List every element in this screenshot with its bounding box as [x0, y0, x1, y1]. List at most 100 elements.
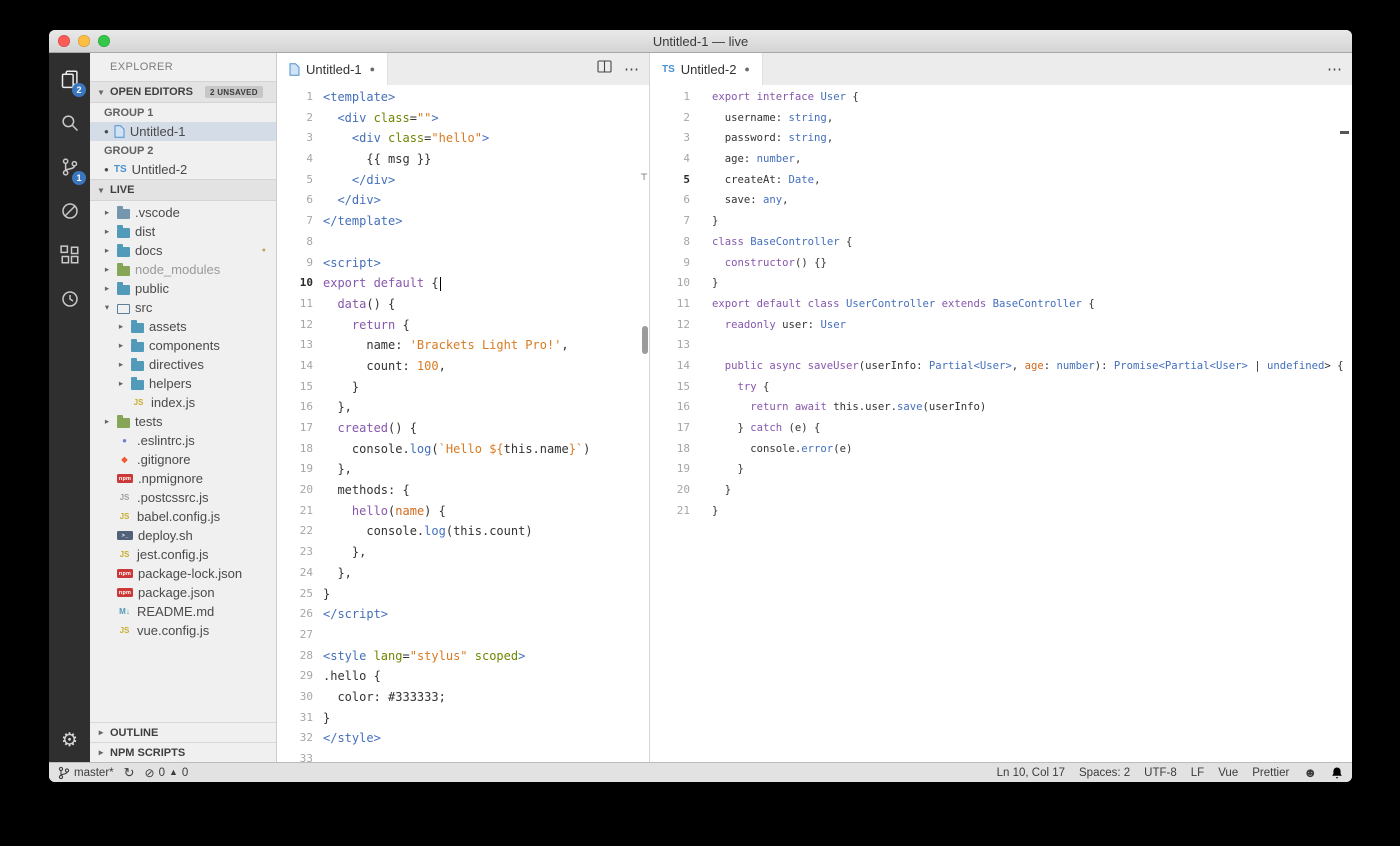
line-number: 1 [306, 90, 313, 103]
folder-icon [131, 338, 144, 352]
tree-item-label: public [135, 281, 169, 296]
line-number: 12 [299, 317, 313, 331]
tree-item-babel.config.js[interactable]: JS babel.config.js [90, 507, 276, 526]
tree-item-README.md[interactable]: M↓ README.md [90, 602, 276, 621]
tree-item-label: dist [135, 224, 156, 239]
tree-item-public[interactable]: ▸ public [90, 279, 276, 298]
formatter-indicator[interactable]: Prettier [1252, 767, 1289, 779]
tree-item-.postcssrc.js[interactable]: JS .postcssrc.js [90, 488, 276, 507]
chevron-closed-icon[interactable]: ▸ [116, 359, 126, 370]
indentation-indicator[interactable]: Spaces: 2 [1079, 767, 1130, 779]
tree-item-components[interactable]: ▸ components [90, 336, 276, 355]
chevron-closed-icon[interactable]: ▸ [102, 283, 112, 294]
tree-item-src[interactable]: ▾ src [90, 298, 276, 317]
folder-icon [117, 281, 130, 295]
outline-section-header[interactable]: ▸ OUTLINE [90, 722, 276, 742]
line-number: 15 [676, 379, 690, 393]
language-mode-indicator[interactable]: Vue [1218, 767, 1238, 779]
project-section-header[interactable]: ▾ LIVE [90, 179, 276, 201]
tree-item-.eslintrc.js[interactable]: ● .eslintrc.js [90, 431, 276, 450]
open-editor-untitled-2[interactable]: ● TS Untitled-2 [90, 160, 276, 179]
chevron-closed-icon[interactable]: ▸ [102, 264, 112, 275]
activity-source-control-button[interactable]: 1 [49, 145, 90, 189]
tree-item-label: jest.config.js [137, 547, 209, 562]
split-editor-button[interactable] [597, 60, 612, 78]
bell-icon[interactable] [1331, 766, 1343, 779]
npm-scripts-section-header[interactable]: ▸ NPM SCRIPTS [90, 742, 276, 762]
minimize-window-button[interactable] [78, 35, 90, 47]
line-number: 16 [676, 400, 690, 414]
chevron-closed-icon[interactable]: ▸ [102, 226, 112, 237]
activity-history-button[interactable] [49, 277, 90, 321]
zoom-window-button[interactable] [98, 35, 110, 47]
chevron-closed-icon[interactable]: ▸ [102, 416, 112, 427]
open-editors-header[interactable]: ▾ OPEN EDITORS 2 UNSAVED [90, 81, 276, 103]
tree-item-node_modules[interactable]: ▸ node_modules [90, 260, 276, 279]
tree-item-.gitignore[interactable]: ◆ .gitignore [90, 450, 276, 469]
tree-item-package.json[interactable]: npm package.json [90, 583, 276, 602]
line-number: 26 [299, 607, 313, 621]
tree-item-jest.config.js[interactable]: JS jest.config.js [90, 545, 276, 564]
tree-item-.vscode[interactable]: ▸ .vscode [90, 203, 276, 222]
code-line: <div class="hello"> [351, 131, 490, 146]
open-editor-untitled-1[interactable]: ● Untitled-1 [90, 122, 276, 141]
tree-item-assets[interactable]: ▸ assets [90, 317, 276, 336]
chevron-closed-icon[interactable]: ▸ [116, 378, 126, 389]
close-window-button[interactable] [58, 35, 70, 47]
line-number: 29 [299, 669, 313, 683]
js-icon: JS [119, 549, 130, 559]
settings-button[interactable]: ⚙ [49, 718, 90, 762]
chevron-open-icon[interactable]: ▾ [102, 302, 112, 313]
activity-search-button[interactable] [49, 101, 90, 145]
code-line: } [323, 586, 331, 601]
line-number: 19 [676, 462, 690, 476]
tab-untitled-2[interactable]: TS Untitled-2 ● [650, 53, 763, 85]
tree-item-deploy.sh[interactable]: >_ deploy.sh [90, 526, 276, 545]
chevron-closed-icon[interactable]: ▸ [102, 245, 112, 256]
line-number: 5 [306, 172, 313, 186]
activity-debug-button[interactable] [49, 189, 90, 233]
line-number: 7 [683, 214, 690, 228]
line-number: 24 [299, 565, 313, 579]
chevron-closed-icon[interactable]: ▸ [116, 321, 126, 332]
eol-indicator[interactable]: LF [1191, 767, 1204, 779]
tab-untitled-1[interactable]: Untitled-1 ● [277, 53, 389, 85]
code-line: count: 100, [323, 358, 446, 373]
line-number: 22 [299, 524, 313, 538]
extensions-icon [59, 245, 78, 264]
line-number: 12 [676, 317, 690, 331]
tree-item-package-lock.json[interactable]: npm package-lock.json [90, 564, 276, 583]
line-number: 3 [306, 131, 313, 145]
chevron-closed-icon[interactable]: ▸ [102, 207, 112, 218]
code-line: age: number, [712, 153, 802, 166]
activity-explorer-button[interactable]: 2 [49, 57, 90, 101]
tree-item-index.js[interactable]: JS index.js [90, 393, 276, 412]
tree-item-directives[interactable]: ▸ directives [90, 355, 276, 374]
project-label: LIVE [110, 184, 135, 196]
sync-button[interactable]: ↻ [124, 766, 135, 779]
line-number: 10 [299, 276, 313, 290]
tree-item-dist[interactable]: ▸ dist [90, 222, 276, 241]
code-line: constructor() {} [724, 256, 827, 269]
tree-item-vue.config.js[interactable]: JS vue.config.js [90, 621, 276, 640]
tree-item-docs[interactable]: ▸ docs ● [90, 241, 276, 260]
chevron-closed-icon[interactable]: ▸ [116, 340, 126, 351]
tree-item-tests[interactable]: ▸ tests [90, 412, 276, 431]
activity-extensions-button[interactable] [49, 233, 90, 277]
tree-item-helpers[interactable]: ▸ helpers [90, 374, 276, 393]
scm-badge: 1 [72, 171, 86, 185]
more-actions-button[interactable]: ⋯ [1327, 62, 1342, 77]
encoding-indicator[interactable]: UTF-8 [1144, 767, 1177, 779]
line-number: 7 [306, 214, 313, 228]
code-editor-1[interactable]: 1 2 3 4 5 6 7 8 9 10 11 12 13 14 15 16 17 18 19 20 21 22 23 24 2… [277, 85, 649, 762]
cursor-position-indicator[interactable]: Ln 10, Col 17 [997, 767, 1065, 779]
more-actions-button[interactable]: ⋯ [624, 62, 639, 77]
git-branch-indicator[interactable]: master* [58, 766, 114, 780]
code-editor-2[interactable]: 1 2 3 4 5 6 7 8 9 10 11 12 13 14 15 16 17 18 19 20 21 export… [650, 85, 1352, 762]
editor-scrollbar-thumb[interactable] [642, 326, 648, 354]
tab-actions-1: ⋯ [597, 53, 649, 85]
line-number: 16 [299, 400, 313, 414]
problems-indicator[interactable]: ⊘ 0 ▲ 0 [145, 767, 189, 779]
tree-item-.npmignore[interactable]: npm .npmignore [90, 469, 276, 488]
feedback-icon[interactable]: ☻ [1303, 766, 1317, 779]
